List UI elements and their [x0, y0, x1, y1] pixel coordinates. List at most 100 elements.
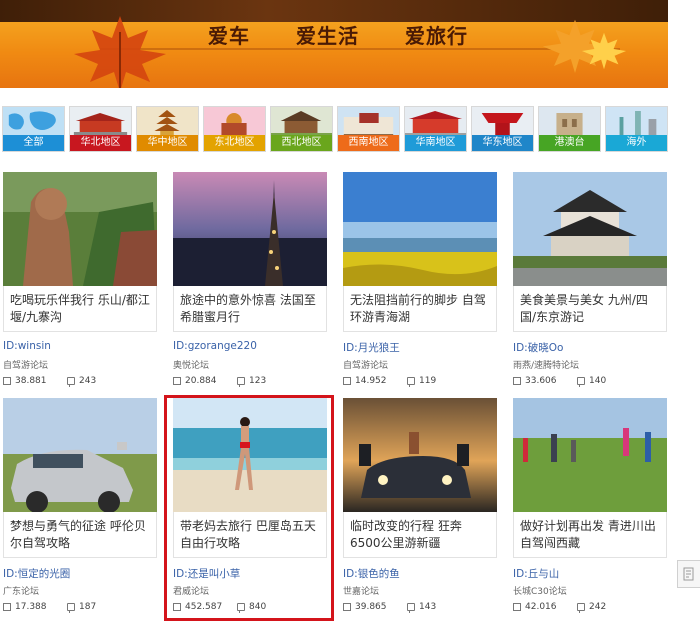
reply-count: 840: [249, 602, 267, 612]
card-stats: 38.881 243: [3, 376, 131, 387]
card-forum[interactable]: 长城C30论坛: [513, 584, 567, 597]
region-filter: 全部 华北地区 华中地区 东北地区 西北地区 西南地区 华南地区 华东地区 港澳…: [2, 106, 670, 152]
views-icon: [513, 377, 521, 385]
maple-leaf-icon: [581, 32, 627, 70]
card-photo[interactable]: [3, 172, 157, 286]
slogan-love-car: 爱车: [208, 24, 250, 48]
view-count: 20.884: [185, 376, 217, 386]
card-title-box: 美食美景与美女 九州/四国/东京游记: [513, 286, 667, 332]
card-title[interactable]: 无法阻挡前行的脚步 自驾环游青海湖: [350, 292, 490, 326]
card-photo[interactable]: [173, 398, 327, 512]
card-photo[interactable]: [173, 172, 327, 286]
view-count: 17.388: [15, 602, 47, 612]
forbidden-city-icon: [70, 107, 131, 137]
comment-icon: [237, 603, 245, 613]
card-photo[interactable]: [343, 172, 497, 286]
card-forum[interactable]: 君威论坛: [173, 584, 209, 597]
card-title-box: 梦想与勇气的征途 呼伦贝尔自驾攻略: [3, 512, 157, 558]
statue-of-liberty-icon: [606, 107, 667, 137]
comment-icon: [237, 377, 245, 387]
region-label: 西北地区: [271, 135, 332, 151]
card-author[interactable]: ID:月光狼王: [343, 340, 400, 355]
card-stats: 14.952 119: [343, 376, 471, 387]
card-forum[interactable]: 奥悦论坛: [173, 358, 209, 371]
card-forum[interactable]: 雨燕/速腾特论坛: [513, 358, 579, 371]
card-title[interactable]: 做好计划再出发 青进川出自驾闯西藏: [520, 518, 660, 552]
region-all[interactable]: 全部: [2, 106, 65, 152]
feedback-tab[interactable]: [677, 560, 700, 588]
comment-icon: [67, 377, 75, 387]
card-stats: 33.606 140: [513, 376, 641, 387]
card-forum[interactable]: 世嘉论坛: [343, 584, 379, 597]
card-title[interactable]: 美食美景与美女 九州/四国/东京游记: [520, 292, 660, 326]
cathedral-icon: [204, 107, 265, 137]
card-title-box: 无法阻挡前行的脚步 自驾环游青海湖: [343, 286, 497, 332]
card-forum[interactable]: 自驾游论坛: [3, 358, 48, 371]
card-photo[interactable]: [3, 398, 157, 512]
reply-count: 243: [79, 376, 97, 386]
reply-count: 143: [419, 602, 437, 612]
banner-slogans: 爱车 爱生活 爱旅行: [208, 20, 468, 49]
edit-note-icon: [683, 567, 694, 581]
views-icon: [173, 603, 181, 611]
card-author[interactable]: ID:还是叫小草: [173, 566, 240, 581]
reply-count: 140: [589, 376, 607, 386]
card-stats: 42.016 242: [513, 602, 641, 613]
card-author[interactable]: ID:丘与山: [513, 566, 559, 581]
region-northeast[interactable]: 东北地区: [203, 106, 266, 152]
card-title-box: 旅途中的意外惊喜 法国至希腊蜜月行: [173, 286, 327, 332]
region-label: 港澳台: [539, 135, 600, 151]
card-photo[interactable]: [513, 172, 667, 286]
card-title[interactable]: 梦想与勇气的征途 呼伦贝尔自驾攻略: [10, 518, 150, 552]
card-stats: 20.884 123: [173, 376, 301, 387]
yellow-crane-tower-icon: [137, 107, 198, 137]
view-count: 452.587: [185, 602, 223, 612]
card-photo[interactable]: [513, 398, 667, 512]
view-count: 39.865: [355, 602, 387, 612]
card-forum[interactable]: 自驾游论坛: [343, 358, 388, 371]
card-title[interactable]: 临时改变的行程 狂奔6500公里游新疆: [350, 518, 490, 552]
region-south-china[interactable]: 华南地区: [404, 106, 467, 152]
potala-palace-icon: [338, 107, 399, 137]
card-title[interactable]: 吃喝玩乐伴我行 乐山/都江堰/九寨沟: [10, 292, 150, 326]
card-title-box: 吃喝玩乐伴我行 乐山/都江堰/九寨沟: [3, 286, 157, 332]
region-east-china[interactable]: 华东地区: [471, 106, 534, 152]
comment-icon: [67, 603, 75, 613]
reply-count: 187: [79, 602, 97, 612]
card-stats: 39.865 143: [343, 602, 471, 613]
card-author[interactable]: ID:gzorange220: [173, 340, 257, 352]
view-count: 42.016: [525, 602, 557, 612]
card-title[interactable]: 带老妈去旅行 巴厘岛五天自由行攻略: [180, 518, 320, 552]
views-icon: [513, 603, 521, 611]
card-author[interactable]: ID:winsin: [3, 340, 51, 352]
region-north-china[interactable]: 华北地区: [69, 106, 132, 152]
card-author[interactable]: ID:破晓Oo: [513, 340, 563, 355]
region-label: 华南地区: [405, 135, 466, 151]
comment-icon: [577, 603, 585, 613]
card-forum[interactable]: 广东论坛: [3, 584, 39, 597]
view-count: 38.881: [15, 376, 47, 386]
region-central-china[interactable]: 华中地区: [136, 106, 199, 152]
ruins-facade-icon: [539, 107, 600, 137]
region-overseas[interactable]: 海外: [605, 106, 668, 152]
views-icon: [173, 377, 181, 385]
reply-count: 242: [589, 602, 607, 612]
region-label: 西南地区: [338, 135, 399, 151]
region-southwest[interactable]: 西南地区: [337, 106, 400, 152]
hero-banner[interactable]: 爱车 爱生活 爱旅行: [0, 0, 668, 88]
views-icon: [3, 603, 11, 611]
china-pavilion-icon: [472, 107, 533, 137]
maple-leaf-icon: [74, 16, 166, 88]
region-label: 海外: [606, 135, 667, 151]
region-northwest[interactable]: 西北地区: [270, 106, 333, 152]
comment-icon: [407, 377, 415, 387]
region-hk-macau-taiwan[interactable]: 港澳台: [538, 106, 601, 152]
region-label: 全部: [3, 135, 64, 151]
card-title[interactable]: 旅途中的意外惊喜 法国至希腊蜜月行: [180, 292, 320, 326]
card-author[interactable]: ID:恒定的光圈: [3, 566, 70, 581]
pagoda-icon: [271, 107, 332, 137]
card-author[interactable]: ID:银色的鱼: [343, 566, 400, 581]
card-photo[interactable]: [343, 398, 497, 512]
card-stats: 452.587 840: [173, 602, 301, 613]
temple-gate-icon: [405, 107, 466, 137]
